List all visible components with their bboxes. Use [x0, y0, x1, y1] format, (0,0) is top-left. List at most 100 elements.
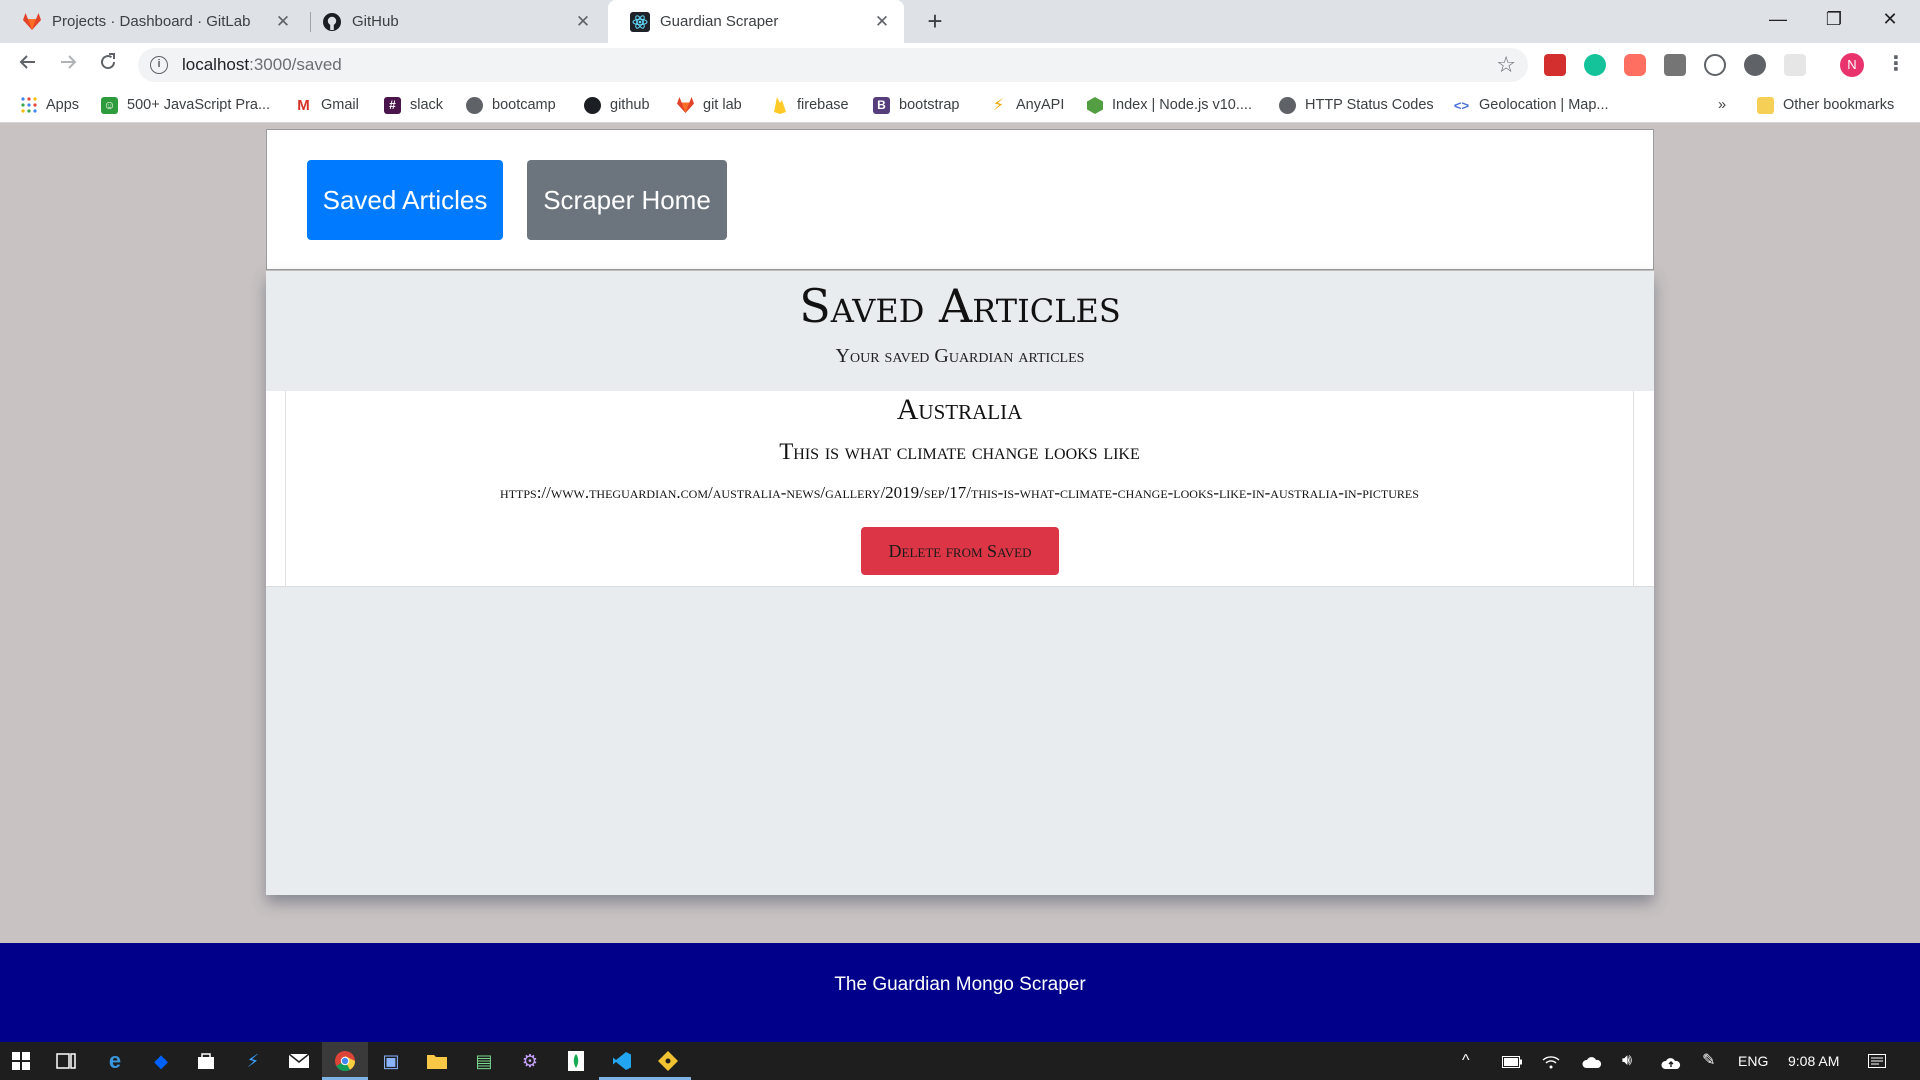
apps-grid-icon — [20, 97, 37, 114]
bookmark-label: 500+ JavaScript Pra... — [127, 97, 271, 113]
action-center-icon[interactable] — [1868, 1042, 1886, 1080]
bookmarks-overflow-chevron[interactable]: » — [1718, 87, 1726, 123]
url-path: :3000/saved — [249, 55, 342, 74]
volume-icon[interactable]: 🔊︎ — [1622, 1042, 1632, 1080]
bookmark-other-bookmarks[interactable]: Other bookmarks — [1757, 87, 1894, 123]
pen-icon[interactable]: ✎ — [1702, 1042, 1715, 1080]
bookmark-slack[interactable]: # slack — [384, 87, 443, 123]
restore-button[interactable]: ❐ — [1806, 0, 1862, 40]
show-hidden-icons-chevron[interactable]: ^ — [1462, 1042, 1470, 1080]
blank-extension-icon[interactable] — [1784, 54, 1806, 76]
terminal-app-icon[interactable]: ▣ — [378, 1048, 404, 1074]
file-explorer-icon[interactable] — [424, 1048, 450, 1074]
page-subtitle: Your saved Guardian articles — [835, 345, 1085, 367]
profile-avatar[interactable]: N — [1840, 53, 1864, 77]
language-indicator[interactable]: ENG — [1738, 1042, 1768, 1080]
minimize-button[interactable]: — — [1750, 0, 1806, 40]
bookmark-label: firebase — [797, 97, 849, 113]
globe-icon — [466, 96, 483, 114]
bookmark-javascript-practice[interactable]: ☺ 500+ JavaScript Pra... — [101, 87, 270, 123]
github-icon — [322, 12, 342, 32]
new-tab-button[interactable]: + — [920, 6, 950, 36]
store-icon[interactable] — [193, 1048, 219, 1074]
address-bar[interactable]: i localhost:3000/saved ☆ — [138, 48, 1528, 82]
bookmark-bootstrap[interactable]: B bootstrap — [873, 87, 959, 123]
globe-icon — [1279, 96, 1296, 114]
menu-dots-icon[interactable]: ⋮ — [1886, 52, 1906, 76]
nav-card: Saved Articles Scraper Home — [266, 129, 1654, 270]
powershell-icon[interactable]: ⚡ — [240, 1048, 266, 1074]
tab-gitlab[interactable]: Projects · Dashboard · GitLab ✕ — [0, 0, 305, 43]
drive-extension-icon[interactable] — [1664, 54, 1686, 76]
close-window-button[interactable]: ✕ — [1862, 0, 1918, 40]
saved-articles-button[interactable]: Saved Articles — [307, 160, 503, 240]
bookmark-gitlab[interactable]: git lab — [677, 87, 742, 123]
bookmark-label: github — [610, 97, 650, 113]
firebase-icon — [771, 96, 788, 114]
screencast-extension-icon[interactable] — [1624, 54, 1646, 76]
tab-github[interactable]: GitHub ✕ — [300, 0, 605, 43]
mail-icon[interactable] — [286, 1048, 312, 1074]
article-link[interactable]: https://www.theguardian.com/australia-ne… — [286, 483, 1633, 503]
utility-app-icon[interactable]: ▤ — [471, 1048, 497, 1074]
git-icon[interactable] — [655, 1048, 681, 1074]
cloud-upload-icon[interactable] — [1661, 1042, 1681, 1080]
bookmark-star-icon[interactable]: ☆ — [1496, 52, 1516, 78]
tab-guardian-scraper[interactable]: Guardian Scraper ✕ — [608, 0, 904, 43]
code-extension-icon[interactable] — [1704, 54, 1726, 76]
bookmark-geolocation[interactable]: <> Geolocation | Map... — [1453, 87, 1609, 123]
article-card: Australia This is what climate change lo… — [285, 391, 1634, 587]
bookmark-label: bootstrap — [899, 97, 960, 113]
edge-browser-icon[interactable]: e — [102, 1048, 128, 1074]
saved-articles-jumbotron: Saved Articles Your saved Guardian artic… — [266, 271, 1654, 895]
bookmark-nodejs[interactable]: Index | Node.js v10.... — [1086, 87, 1252, 123]
chrome-icon[interactable] — [332, 1048, 358, 1074]
lastpass-extension-icon[interactable] — [1544, 54, 1566, 76]
gitlab-icon — [22, 12, 42, 32]
grammarly-extension-icon[interactable] — [1584, 54, 1606, 76]
wifi-icon[interactable] — [1542, 1042, 1560, 1080]
windows-start-icon[interactable] — [8, 1048, 34, 1074]
delete-from-saved-button[interactable]: Delete from Saved — [861, 527, 1059, 575]
onedrive-icon[interactable] — [1582, 1042, 1602, 1080]
bookmark-http-status[interactable]: HTTP Status Codes — [1279, 87, 1434, 123]
gmail-icon: M — [297, 96, 310, 114]
browser-toolbar: i localhost:3000/saved ☆ N ⋮ — [0, 43, 1920, 87]
battery-icon[interactable] — [1502, 1042, 1522, 1080]
bookmark-label: Index | Node.js v10.... — [1112, 97, 1252, 113]
reload-icon[interactable] — [94, 51, 122, 79]
gitlab-icon — [677, 97, 694, 114]
tab-title: Guardian Scraper — [660, 13, 779, 30]
clock[interactable]: 9:08 AM — [1788, 1042, 1839, 1080]
bookmark-anyapi[interactable]: ⚡ AnyAPI — [990, 87, 1064, 123]
vscode-icon[interactable] — [609, 1048, 635, 1074]
code-icon: <> — [1453, 97, 1470, 113]
dropbox-icon[interactable]: ◆ — [148, 1048, 174, 1074]
scraper-home-button[interactable]: Scraper Home — [527, 160, 727, 240]
bookmark-firebase[interactable]: firebase — [771, 87, 849, 123]
dark-mode-extension-icon[interactable] — [1744, 54, 1766, 76]
task-view-icon[interactable] — [53, 1048, 79, 1074]
bookmark-bootcamp[interactable]: bootcamp — [466, 87, 556, 123]
page-title: Saved Articles — [799, 279, 1121, 333]
bookmark-label: Gmail — [321, 97, 359, 113]
bookmark-label: bootcamp — [492, 97, 556, 113]
back-arrow-icon[interactable] — [14, 51, 42, 79]
mongodb-compass-icon[interactable] — [563, 1048, 589, 1074]
bookmark-apps[interactable]: Apps — [20, 87, 79, 123]
bookmark-gmail[interactable]: M Gmail — [295, 87, 359, 123]
bookmark-label: AnyAPI — [1016, 97, 1065, 113]
close-icon[interactable]: ✕ — [273, 12, 293, 32]
bolt-icon: ⚡ — [992, 97, 1005, 114]
nodejs-icon — [1086, 96, 1103, 114]
bookmark-github[interactable]: github — [584, 87, 650, 123]
bookmark-label: Apps — [46, 97, 80, 113]
article-headline[interactable]: This is what climate change looks like — [286, 439, 1633, 465]
network-app-icon[interactable]: ⚙ — [517, 1048, 543, 1074]
bookmark-label: HTTP Status Codes — [1305, 97, 1434, 113]
article-list: Australia This is what climate change lo… — [266, 391, 1654, 587]
info-icon[interactable]: i — [150, 56, 168, 74]
close-icon[interactable]: ✕ — [872, 12, 892, 32]
close-icon[interactable]: ✕ — [573, 12, 593, 32]
forward-arrow-icon[interactable] — [54, 51, 82, 79]
